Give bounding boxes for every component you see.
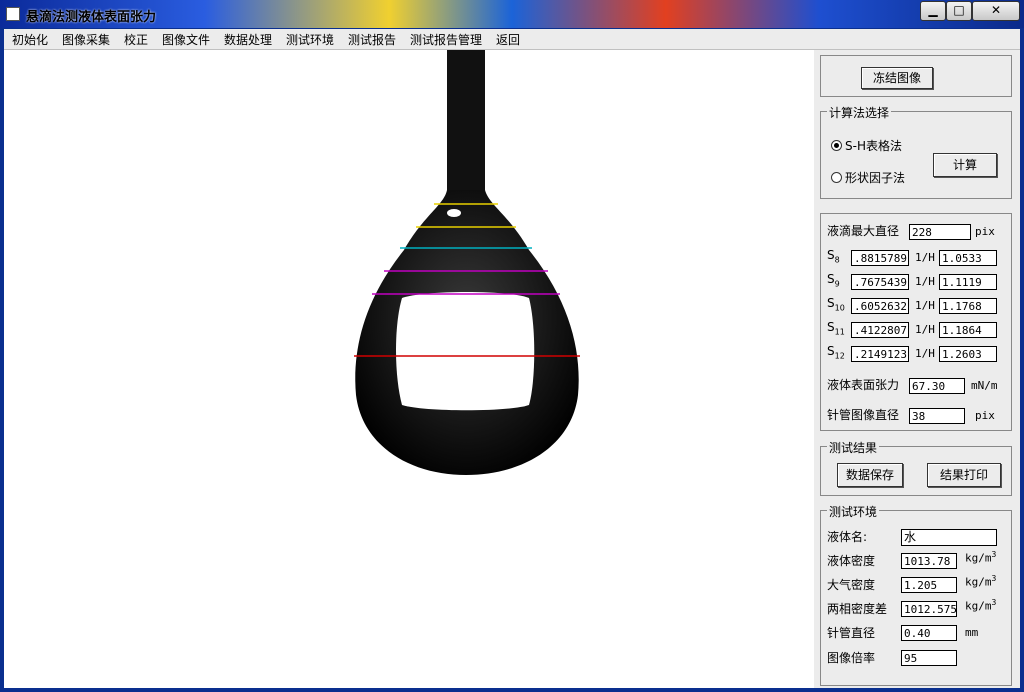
app-icon [6,7,20,21]
max-diameter-label: 液滴最大直径 [827,224,900,238]
density-diff-label: 两相密度差 [827,602,888,616]
droplet-reflection [447,209,461,217]
needle-image-diameter-field[interactable]: 38 [909,408,965,424]
needle-diameter-field[interactable]: 0.40 [901,625,957,641]
env-panel: 测试环境 液体名: 水 液体密度 1013.78 kg/m3 大气密度 1.20… [820,503,1012,686]
print-result-button[interactable]: 结果打印 [927,463,1001,487]
menu-bar: 初始化 图像采集 校正 图像文件 数据处理 测试环境 测试报告 测试报告管理 返… [4,29,1020,50]
s12-field[interactable]: .2149123 [851,346,909,362]
menu-init[interactable]: 初始化 [12,31,48,48]
menu-report-manage[interactable]: 测试报告管理 [410,31,482,48]
air-density-unit: kg/m3 [965,574,997,589]
minimize-button[interactable]: ▁ [920,1,946,21]
air-density-field[interactable]: 1.205 [901,577,957,593]
menu-test-env[interactable]: 测试环境 [286,31,334,48]
method-panel: 计算法选择 S-H表格法 形状因子法 计算 [820,104,1012,199]
s12-label: S12 [827,344,845,361]
s11-h-label: 1/H [915,323,935,336]
s8-label: S8 [827,248,840,265]
s9-h-field[interactable]: 1.1119 [939,274,997,290]
radio-shape-factor[interactable] [831,172,842,183]
radio-sh-table-label: S-H表格法 [845,139,902,153]
needle-image-diameter-label: 针管图像直径 [827,408,900,422]
s9-field[interactable]: .7675439 [851,274,909,290]
freeze-panel: 冻结图像 [820,55,1012,97]
max-diameter-field[interactable]: 228 [909,224,971,240]
needle-diameter-label: 针管直径 [827,626,876,640]
s8-h-label: 1/H [915,251,935,264]
s10-h-label: 1/H [915,299,935,312]
radio-sh-table[interactable] [831,140,842,151]
measure-panel: 液滴最大直径 228 pix S8 .8815789 1/H 1.0533 S9… [820,213,1012,431]
menu-capture[interactable]: 图像采集 [62,31,110,48]
s8-h-field[interactable]: 1.0533 [939,250,997,266]
save-data-button[interactable]: 数据保存 [837,463,903,487]
s10-field[interactable]: .6052632 [851,298,909,314]
liquid-density-unit: kg/m3 [965,550,997,565]
density-diff-field[interactable]: 1012.575 [901,601,957,617]
liquid-name-label: 液体名: [827,530,868,544]
menu-image-file[interactable]: 图像文件 [162,31,210,48]
maximize-button[interactable]: □ [946,1,972,21]
s9-h-label: 1/H [915,275,935,288]
surface-tension-field[interactable]: 67.30 [909,378,965,394]
magnification-label: 图像倍率 [827,651,876,665]
menu-return[interactable]: 返回 [496,31,520,48]
env-legend: 测试环境 [827,503,880,520]
liquid-density-label: 液体密度 [827,554,876,568]
needle [447,50,485,195]
s10-label: S10 [827,296,845,313]
liquid-name-field[interactable]: 水 [901,529,997,546]
s9-label: S9 [827,272,840,289]
surface-tension-unit: mN/m [971,379,998,392]
s11-h-field[interactable]: 1.1864 [939,322,997,338]
s8-field[interactable]: .8815789 [851,250,909,266]
needle-diameter-unit: mm [965,626,979,639]
control-panel: 冻结图像 计算法选择 S-H表格法 形状因子法 计算 液滴最大直径 228 pi… [814,50,1020,688]
s12-h-label: 1/H [915,347,935,360]
result-legend: 测试结果 [827,439,880,456]
s11-field[interactable]: .4122807 [851,322,909,338]
s12-h-field[interactable]: 1.2603 [939,346,997,362]
surface-tension-label: 液体表面张力 [827,378,900,392]
liquid-density-field[interactable]: 1013.78 [901,553,957,569]
air-density-label: 大气密度 [827,578,876,592]
title-bar: 悬滴法测液体表面张力 ▁ □ ✕ [0,0,1024,28]
needle-image-diameter-unit: pix [975,409,995,422]
calculate-button[interactable]: 计算 [933,153,997,177]
result-panel: 测试结果 数据保存 结果打印 [820,439,1012,496]
s10-h-field[interactable]: 1.1768 [939,298,997,314]
menu-calibrate[interactable]: 校正 [124,31,148,48]
image-canvas [4,50,814,688]
droplet-image [354,50,580,475]
s11-label: S11 [827,320,845,337]
menu-data-processing[interactable]: 数据处理 [224,31,272,48]
method-legend: 计算法选择 [827,104,892,121]
max-diameter-unit: pix [975,225,995,238]
close-button[interactable]: ✕ [972,1,1020,21]
window-title: 悬滴法测液体表面张力 [26,10,157,25]
density-diff-unit: kg/m3 [965,598,997,613]
freeze-image-button[interactable]: 冻结图像 [861,67,933,89]
magnification-field[interactable]: 95 [901,650,957,666]
radio-shape-factor-label: 形状因子法 [845,171,906,185]
menu-report[interactable]: 测试报告 [348,31,396,48]
droplet-highlight [396,292,535,411]
